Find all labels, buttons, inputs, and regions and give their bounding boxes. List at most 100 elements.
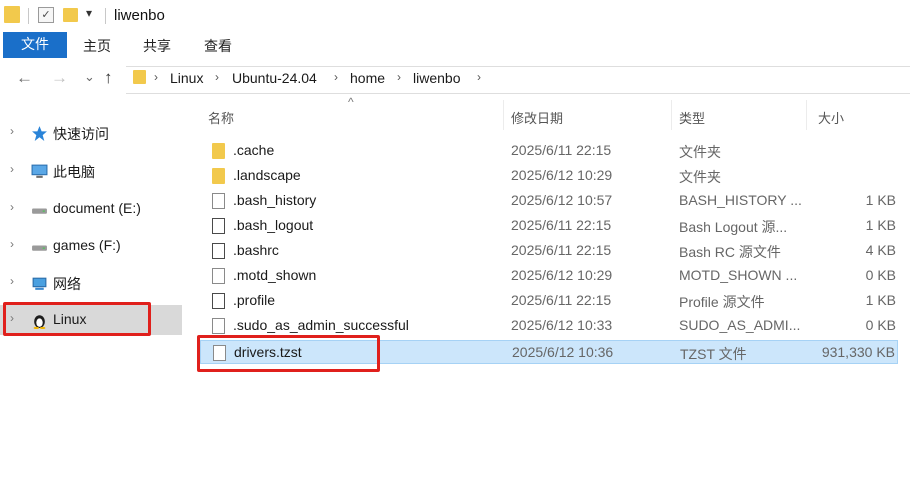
- file-date: 2025/6/11 22:15: [511, 217, 612, 233]
- file-size: 1 KB: [865, 192, 896, 208]
- up-button[interactable]: ↑: [104, 68, 113, 88]
- file-row[interactable]: .profile 2025/6/11 22:15 Profile 源文件 1 K…: [200, 289, 898, 313]
- file-size: 0 KB: [865, 267, 896, 283]
- file-type: Bash RC 源文件: [679, 244, 781, 260]
- file-name: .cache: [233, 142, 275, 158]
- sidebar-item-label: 网络: [53, 276, 81, 292]
- column-divider[interactable]: [503, 100, 504, 130]
- computer-icon: [31, 164, 48, 178]
- script-file-icon: [212, 293, 225, 309]
- new-folder-icon[interactable]: [63, 8, 78, 22]
- chevron-right-icon[interactable]: ›: [154, 70, 158, 84]
- breadcrumb-home[interactable]: home: [350, 70, 385, 86]
- file-name: .profile: [233, 292, 276, 308]
- chevron-right-icon[interactable]: ›: [10, 162, 14, 176]
- file-name: .bashrc: [233, 242, 279, 258]
- file-name: .bash_history: [233, 192, 317, 208]
- breadcrumb-linux[interactable]: Linux: [170, 70, 203, 86]
- file-type: Profile 源文件: [679, 294, 765, 310]
- folder-icon: [212, 143, 225, 159]
- file-row[interactable]: .motd_shown 2025/6/12 10:29 MOTD_SHOWN .…: [200, 264, 898, 288]
- recent-locations-button[interactable]: ⌄: [84, 69, 95, 85]
- chevron-right-icon[interactable]: ›: [10, 274, 14, 288]
- window-title: liwenbo: [114, 7, 165, 24]
- column-header-name[interactable]: 名称: [208, 108, 234, 127]
- chevron-right-icon[interactable]: ›: [10, 124, 14, 138]
- file-size: 1 KB: [865, 292, 896, 308]
- chevron-right-icon[interactable]: ›: [477, 70, 481, 84]
- folder-icon: [133, 70, 146, 84]
- file-size: 4 KB: [865, 242, 896, 258]
- file-row[interactable]: .cache 2025/6/11 22:15 文件夹: [200, 139, 898, 163]
- file-date: 2025/6/11 22:15: [511, 142, 612, 158]
- file-type: 文件夹: [679, 144, 721, 160]
- breadcrumb-ubuntu[interactable]: Ubuntu-24.04: [232, 70, 317, 86]
- column-divider[interactable]: [671, 100, 672, 130]
- chevron-right-icon[interactable]: ›: [397, 70, 401, 84]
- file-row[interactable]: .bash_history 2025/6/12 10:57 BASH_HISTO…: [200, 189, 898, 213]
- divider: [28, 8, 29, 24]
- tab-file[interactable]: 文件: [3, 32, 67, 58]
- file-size: 931,330 KB: [821, 344, 895, 360]
- file-name: .motd_shown: [233, 267, 317, 283]
- forward-button[interactable]: →: [51, 68, 68, 88]
- script-file-icon: [212, 218, 225, 234]
- file-type: MOTD_SHOWN ...: [679, 267, 798, 283]
- drive-icon: [32, 245, 47, 251]
- file-type: BASH_HISTORY ...: [679, 192, 802, 208]
- file-date: 2025/6/12 10:33: [511, 317, 613, 333]
- chevron-right-icon[interactable]: ›: [10, 237, 14, 251]
- tab-view[interactable]: 查看: [204, 36, 232, 56]
- sidebar-item-this-pc[interactable]: › 此电脑: [0, 156, 182, 186]
- ribbon-tabs: 文件 主页 共享 查看: [0, 32, 910, 58]
- sidebar-item-label: 快速访问: [53, 126, 109, 142]
- sidebar-item-label: 此电脑: [53, 164, 95, 180]
- column-header-date[interactable]: 修改日期: [511, 108, 563, 127]
- file-name: .landscape: [233, 167, 301, 183]
- sidebar-item-label: document (E:): [53, 200, 141, 216]
- file-date: 2025/6/11 22:15: [511, 292, 612, 308]
- drive-icon: [32, 208, 47, 214]
- star-icon: [32, 126, 47, 141]
- sort-ascending-icon: ^: [348, 95, 354, 109]
- file-row[interactable]: .bashrc 2025/6/11 22:15 Bash RC 源文件 4 KB: [200, 239, 898, 263]
- file-type: SUDO_AS_ADMI...: [679, 317, 801, 333]
- file-name: .sudo_as_admin_successful: [233, 317, 409, 333]
- customize-quick-access-icon[interactable]: ▾: [86, 6, 92, 20]
- highlight-box: [197, 335, 380, 372]
- chevron-right-icon[interactable]: ›: [215, 70, 219, 84]
- file-date: 2025/6/12 10:57: [511, 192, 613, 208]
- file-row[interactable]: .landscape 2025/6/12 10:29 文件夹: [200, 164, 898, 188]
- chevron-right-icon[interactable]: ›: [334, 70, 338, 84]
- sidebar-item-quick-access[interactable]: › 快速访问: [0, 118, 182, 148]
- file-date: 2025/6/12 10:29: [511, 267, 613, 283]
- file-row[interactable]: .bash_logout 2025/6/11 22:15 Bash Logout…: [200, 214, 898, 238]
- tab-home[interactable]: 主页: [83, 36, 111, 56]
- divider: [105, 8, 106, 24]
- file-type: TZST 文件: [680, 346, 747, 362]
- column-header-size[interactable]: 大小: [818, 108, 844, 127]
- sidebar-item-games-drive[interactable]: › games (F:): [0, 231, 182, 261]
- network-icon: [32, 277, 47, 290]
- chevron-right-icon[interactable]: ›: [10, 200, 14, 214]
- column-header-type[interactable]: 类型: [679, 108, 705, 127]
- file-icon: [212, 268, 225, 284]
- sidebar-item-network[interactable]: › 网络: [0, 268, 182, 298]
- file-size: 1 KB: [865, 217, 896, 233]
- file-name: .bash_logout: [233, 217, 314, 233]
- file-icon: [212, 193, 225, 209]
- file-icon: [212, 318, 225, 334]
- sidebar-item-label: games (F:): [53, 237, 121, 253]
- back-button[interactable]: ←: [16, 68, 33, 88]
- file-date: 2025/6/12 10:29: [511, 167, 613, 183]
- column-divider[interactable]: [806, 100, 807, 130]
- title-bar: ✓ ▾ liwenbo: [0, 0, 910, 32]
- file-type: Bash Logout 源...: [679, 219, 788, 235]
- tab-share[interactable]: 共享: [143, 36, 171, 56]
- folder-icon: [212, 168, 225, 184]
- breadcrumb-liwenbo[interactable]: liwenbo: [413, 70, 460, 86]
- properties-icon[interactable]: ✓: [38, 7, 54, 23]
- sidebar-item-document-drive[interactable]: › document (E:): [0, 194, 182, 224]
- file-size: 0 KB: [865, 317, 896, 333]
- file-date: 2025/6/12 10:36: [512, 344, 614, 360]
